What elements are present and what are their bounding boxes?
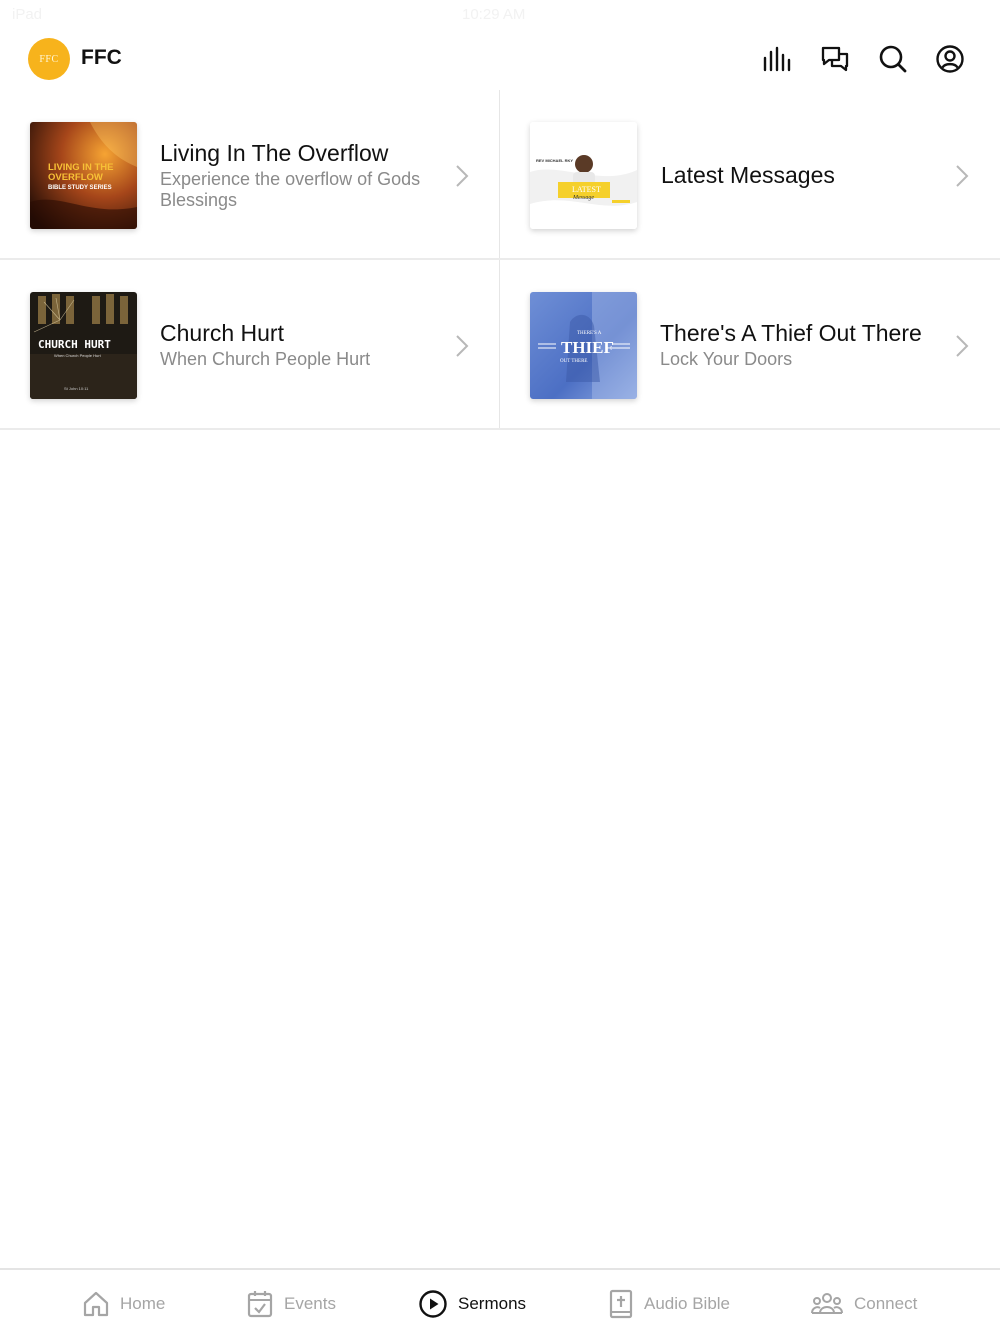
status-time: 10:29 AM — [462, 6, 526, 23]
sermon-series-grid: LIVING IN THE OVERFLOW BIBLE STUDY SERIE… — [0, 90, 1000, 430]
tab-sermons[interactable]: Sermons — [418, 1288, 526, 1320]
chat-icon[interactable] — [818, 42, 852, 76]
series-card-living-in-the-overflow[interactable]: LIVING IN THE OVERFLOW BIBLE STUDY SERIE… — [0, 90, 500, 260]
artwork-line3: BIBLE STUDY SERIES — [48, 185, 112, 191]
app-header: FFC FFC — [0, 28, 1000, 90]
series-artwork: THERE'S A THIEF OUT THERE — [530, 292, 637, 399]
people-icon — [811, 1293, 843, 1314]
series-subtitle: When Church People Hurt — [160, 349, 371, 369]
series-title: Latest Messages — [661, 161, 835, 188]
series-card-latest-messages[interactable]: REV MICHAEL RKY LATEST Message Latest Me… — [500, 90, 1000, 260]
tab-label: Sermons — [458, 1294, 527, 1313]
artwork-top-text: THERE'S A — [577, 331, 602, 336]
artwork-script-text: Message — [572, 195, 594, 201]
tab-home[interactable]: Home — [82, 1288, 165, 1320]
artwork-line2: OVERFLOW — [48, 172, 103, 183]
tab-label: Home — [120, 1294, 166, 1313]
series-artwork: CHURCH HURT When Church People Hurt St J… — [30, 292, 137, 399]
chevron-right-icon — [956, 335, 969, 357]
chevron-right-icon — [456, 335, 469, 357]
tab-label: Events — [284, 1294, 336, 1313]
tab-events[interactable]: Events — [246, 1288, 336, 1320]
home-icon — [83, 1291, 109, 1317]
profile-icon[interactable] — [933, 42, 967, 76]
series-title: Living In The Overflow — [160, 139, 389, 166]
series-artwork: LIVING IN THE OVERFLOW BIBLE STUDY SERIE… — [30, 122, 137, 229]
tab-audio-bible[interactable]: Audio Bible — [608, 1288, 730, 1320]
tab-label: Connect — [854, 1294, 918, 1313]
calendar-icon — [247, 1291, 273, 1318]
series-card-church-hurt[interactable]: CHURCH HURT When Church People Hurt St J… — [0, 260, 500, 430]
stats-icon[interactable] — [761, 42, 795, 76]
app-title: FFC — [81, 46, 122, 69]
artwork-main-text: CHURCH HURT — [38, 338, 111, 351]
chevron-right-icon — [456, 165, 469, 187]
grid-row: CHURCH HURT When Church People Hurt St J… — [0, 260, 1000, 430]
series-subtitle: Experience the overflow of Gods Blessing… — [160, 168, 421, 210]
status-bar: iPad 10:29 AM — [0, 0, 1000, 28]
bottom-tab-bar: Home Events Sermons Audio Bible Connect — [0, 1268, 1000, 1334]
series-artwork: REV MICHAEL RKY LATEST Message — [530, 122, 637, 229]
series-title: There's A Thief Out There — [660, 320, 922, 346]
artwork-ref-text: St John 10:11 — [64, 386, 89, 391]
tab-label: Audio Bible — [644, 1294, 731, 1313]
tab-connect[interactable]: Connect — [810, 1288, 917, 1320]
artwork-main-text: LATEST — [572, 185, 601, 194]
chevron-right-icon — [956, 165, 969, 187]
grid-row: LIVING IN THE OVERFLOW BIBLE STUDY SERIE… — [0, 90, 1000, 260]
play-circle-icon — [419, 1290, 447, 1318]
search-icon[interactable] — [876, 42, 910, 76]
app-logo[interactable]: FFC — [28, 38, 70, 80]
series-title: Church Hurt — [160, 320, 284, 346]
series-subtitle: Lock Your Doors — [660, 349, 793, 369]
device-label: iPad — [12, 6, 43, 23]
artwork-main-text: THIEF — [561, 338, 614, 357]
bible-icon — [609, 1289, 633, 1319]
artwork-top-text: REV MICHAEL RKY — [536, 158, 573, 163]
artwork-sub-text: When Church People Hurt — [54, 353, 102, 358]
series-card-theres-a-thief-out-there[interactable]: THERE'S A THIEF OUT THERE There's A Thie… — [500, 260, 1000, 430]
artwork-sub-text: OUT THERE — [560, 359, 587, 364]
